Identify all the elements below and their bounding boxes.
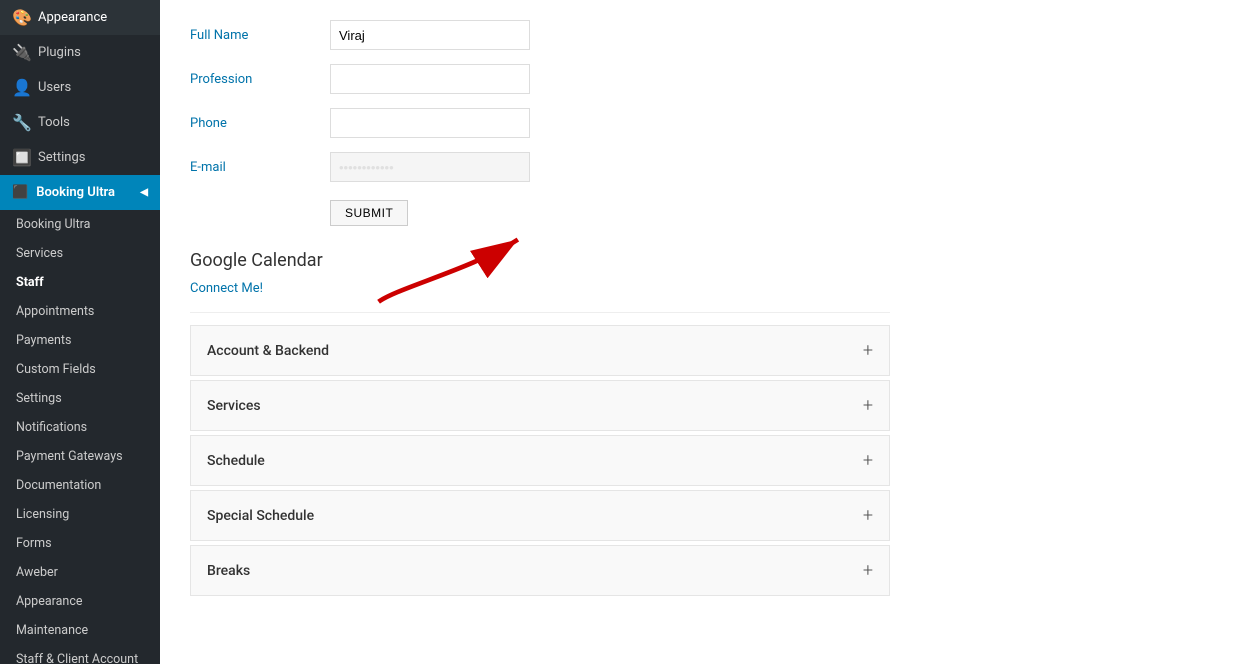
sidebar-item-tools[interactable]: 🔧 Tools bbox=[0, 105, 160, 140]
sidebar-item-label: Settings bbox=[38, 150, 85, 165]
accordion-schedule-header[interactable]: Schedule + bbox=[191, 436, 889, 485]
submenu-item-payments[interactable]: Payments bbox=[0, 326, 160, 355]
accordion-special-schedule-plus-icon: + bbox=[863, 505, 873, 526]
users-icon: 👤 bbox=[12, 78, 30, 97]
accordion-container: Account & Backend + Services + Schedule … bbox=[190, 325, 890, 596]
submenu-item-appointments[interactable]: Appointments bbox=[0, 297, 160, 326]
accordion-breaks-label: Breaks bbox=[207, 563, 250, 579]
accordion-schedule-label: Schedule bbox=[207, 453, 265, 469]
booking-ultra-icon: ⬛ bbox=[12, 185, 28, 200]
main-content: Full Name Profession Phone E-mail SUBMIT… bbox=[160, 0, 1240, 664]
submenu-item-notifications[interactable]: Notifications bbox=[0, 413, 160, 442]
phone-row: Phone bbox=[190, 108, 890, 138]
profession-input[interactable] bbox=[330, 64, 530, 94]
submenu-item-appearance[interactable]: Appearance bbox=[0, 587, 160, 616]
sidebar-item-label: Plugins bbox=[38, 45, 81, 60]
plugins-icon: 🔌 bbox=[12, 43, 30, 62]
accordion-account-backend-plus-icon: + bbox=[863, 340, 873, 361]
email-row: E-mail bbox=[190, 152, 890, 182]
accordion-services: Services + bbox=[190, 380, 890, 431]
accordion-schedule-plus-icon: + bbox=[863, 450, 873, 471]
submenu-item-documentation[interactable]: Documentation bbox=[0, 471, 160, 500]
sidebar-item-appearance[interactable]: 🎨 Appearance bbox=[0, 0, 160, 35]
submit-row: SUBMIT bbox=[330, 196, 890, 226]
phone-label: Phone bbox=[190, 116, 330, 131]
staff-form-area: Full Name Profession Phone E-mail SUBMIT… bbox=[160, 0, 920, 620]
submenu-item-maintenance[interactable]: Maintenance bbox=[0, 616, 160, 645]
google-calendar-title: Google Calendar bbox=[190, 250, 890, 271]
google-calendar-section: Google Calendar Connect Me! bbox=[190, 250, 890, 313]
submenu-item-services[interactable]: Services bbox=[0, 239, 160, 268]
submenu-item-aweber[interactable]: Aweber bbox=[0, 558, 160, 587]
accordion-breaks-header[interactable]: Breaks + bbox=[191, 546, 889, 595]
accordion-services-header[interactable]: Services + bbox=[191, 381, 889, 430]
submenu-item-payment-gateways[interactable]: Payment Gateways bbox=[0, 442, 160, 471]
settings-icon: 🔲 bbox=[12, 148, 30, 167]
full-name-input[interactable] bbox=[330, 20, 530, 50]
staff-form: Full Name Profession Phone E-mail bbox=[190, 20, 890, 182]
appearance-icon: 🎨 bbox=[12, 8, 30, 27]
booking-ultra-menu[interactable]: ⬛ Booking Ultra ◀ bbox=[0, 175, 160, 210]
accordion-account-backend-header[interactable]: Account & Backend + bbox=[191, 326, 889, 375]
sidebar-item-users[interactable]: 👤 Users bbox=[0, 70, 160, 105]
accordion-special-schedule-header[interactable]: Special Schedule + bbox=[191, 491, 889, 540]
submenu-item-forms[interactable]: Forms bbox=[0, 529, 160, 558]
accordion-schedule: Schedule + bbox=[190, 435, 890, 486]
tools-icon: 🔧 bbox=[12, 113, 30, 132]
booking-submenu: Booking Ultra Services Staff Appointment… bbox=[0, 210, 160, 664]
sidebar-item-settings[interactable]: 🔲 Settings bbox=[0, 140, 160, 175]
full-name-label: Full Name bbox=[190, 28, 330, 43]
submenu-item-booking-ultra[interactable]: Booking Ultra bbox=[0, 210, 160, 239]
accordion-breaks: Breaks + bbox=[190, 545, 890, 596]
wp-admin-sidebar: 🎨 Appearance 🔌 Plugins 👤 Users 🔧 Tools 🔲… bbox=[0, 0, 160, 664]
booking-ultra-arrow-icon: ◀ bbox=[140, 187, 148, 198]
full-name-row: Full Name bbox=[190, 20, 890, 50]
sidebar-item-label: Users bbox=[38, 80, 71, 95]
submenu-item-settings[interactable]: Settings bbox=[0, 384, 160, 413]
accordion-special-schedule: Special Schedule + bbox=[190, 490, 890, 541]
email-label: E-mail bbox=[190, 160, 330, 175]
accordion-breaks-plus-icon: + bbox=[863, 560, 873, 581]
submenu-item-staff[interactable]: Staff bbox=[0, 268, 160, 297]
profession-label: Profession bbox=[190, 72, 330, 87]
accordion-services-label: Services bbox=[207, 398, 261, 414]
accordion-special-schedule-label: Special Schedule bbox=[207, 508, 314, 524]
accordion-account-backend-label: Account & Backend bbox=[207, 343, 329, 359]
sidebar-item-label: Tools bbox=[38, 115, 70, 130]
phone-input[interactable] bbox=[330, 108, 530, 138]
accordion-services-plus-icon: + bbox=[863, 395, 873, 416]
submenu-item-custom-fields[interactable]: Custom Fields bbox=[0, 355, 160, 384]
sidebar-item-plugins[interactable]: 🔌 Plugins bbox=[0, 35, 160, 70]
booking-ultra-label: Booking Ultra bbox=[36, 185, 115, 200]
connect-me-link[interactable]: Connect Me! bbox=[190, 281, 263, 296]
accordion-account-backend: Account & Backend + bbox=[190, 325, 890, 376]
submenu-item-licensing[interactable]: Licensing bbox=[0, 500, 160, 529]
profession-row: Profession bbox=[190, 64, 890, 94]
email-input[interactable] bbox=[330, 152, 530, 182]
submit-button[interactable]: SUBMIT bbox=[330, 200, 408, 226]
sidebar-item-label: Appearance bbox=[38, 10, 107, 25]
submenu-item-staff-client-account[interactable]: Staff & Client Account bbox=[0, 645, 160, 664]
